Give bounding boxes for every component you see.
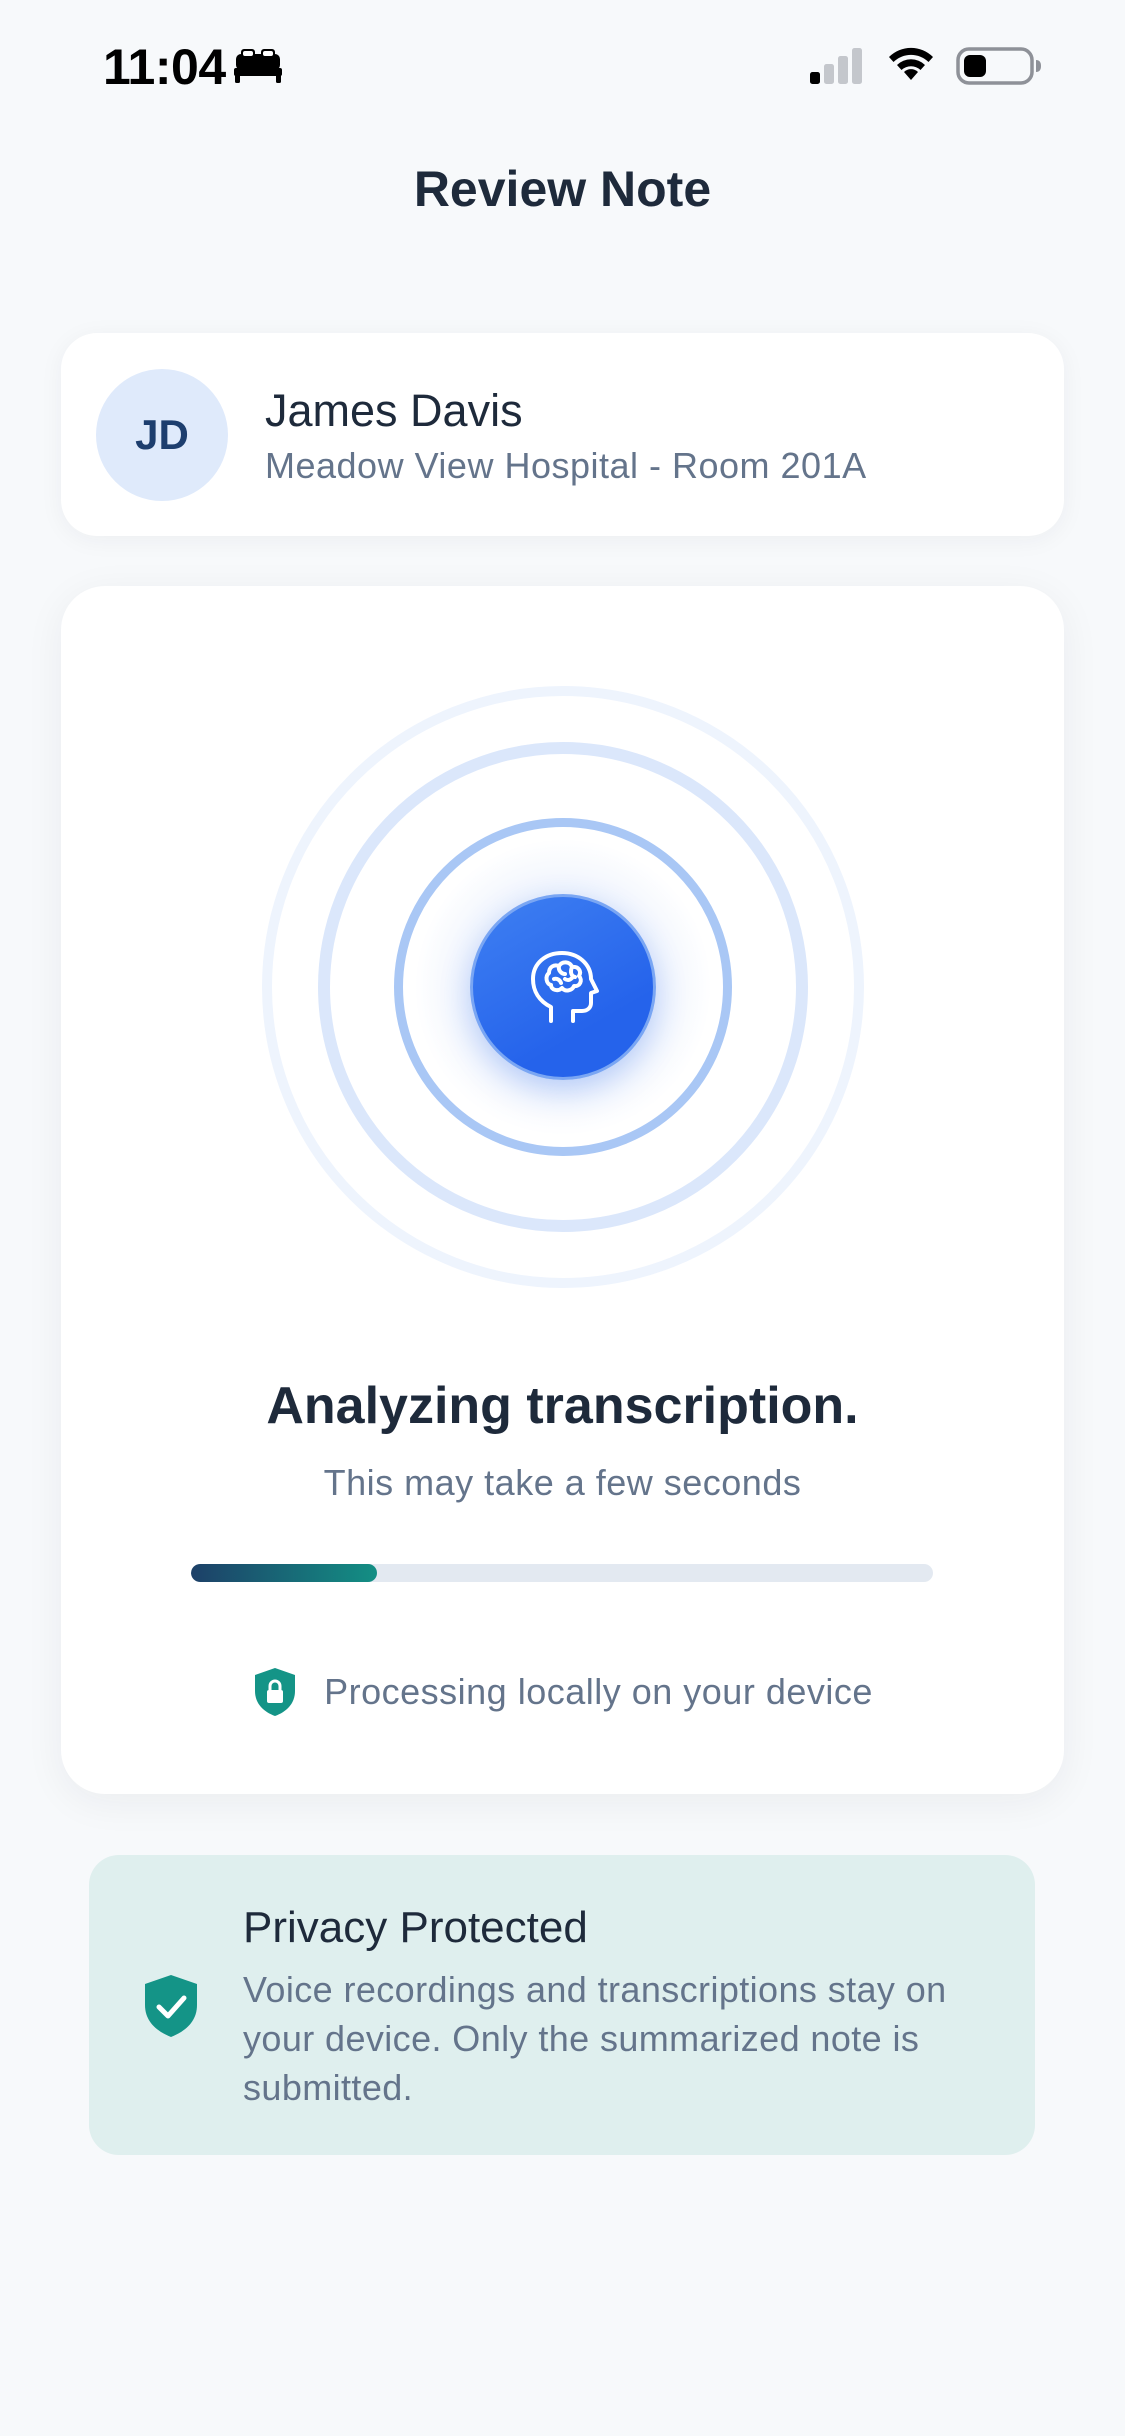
review-note-screen: 11:04 Review Note JD James Davis Meadow … (0, 0, 1125, 2436)
check-shield-icon (145, 1975, 197, 2037)
local-processing-text: Processing locally on your device (324, 1671, 873, 1712)
brain-indicator (470, 894, 656, 1080)
wifi-icon (889, 47, 933, 80)
progress-bar (191, 1564, 933, 1582)
cellular-signal-icon (810, 48, 862, 84)
patient-card[interactable]: JD James Davis Meadow View Hospital - Ro… (61, 333, 1064, 536)
privacy-body: Voice recordings and transcriptions stay… (243, 1969, 947, 2108)
brain-head-icon (531, 951, 599, 1023)
sleep-focus-icon (234, 49, 282, 83)
battery-icon (956, 47, 1041, 85)
analyzing-subtitle: This may take a few seconds (323, 1462, 802, 1503)
lock-shield-icon (255, 1668, 296, 1716)
local-processing-row: Processing locally on your device (61, 1666, 1064, 1718)
page-title: Review Note (413, 161, 712, 217)
privacy-card: Privacy Protected Voice recordings and t… (89, 1855, 1035, 2155)
analysis-card: Analyzing transcription. This may take a… (61, 586, 1064, 1794)
privacy-title: Privacy Protected (243, 1903, 588, 1952)
patient-location: Meadow View Hospital - Room 201A (265, 445, 867, 486)
patient-name: James Davis (265, 385, 523, 436)
avatar: JD (96, 369, 228, 501)
status-time: 11:04 (103, 39, 226, 95)
analyzing-title: Analyzing transcription. (266, 1377, 859, 1435)
status-bar: 11:04 (0, 0, 1125, 140)
progress-fill (191, 1564, 377, 1582)
pulse-animation (61, 586, 1064, 1346)
